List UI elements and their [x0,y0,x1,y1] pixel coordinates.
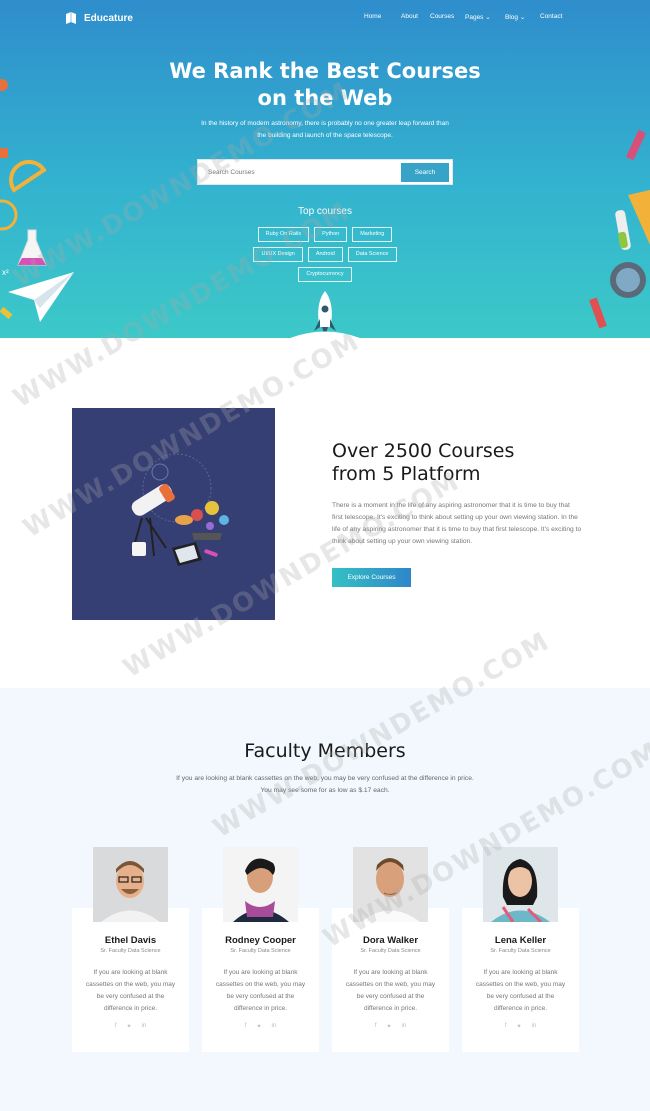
faculty-card: Dora Walker Sr. Faculty Data Science If … [332,908,449,1052]
facebook-icon[interactable]: f [375,1023,377,1030]
twitter-icon[interactable]: ✦ [126,1023,131,1030]
hero-subtitle-line2: the building and launch of the space tel… [257,132,393,139]
course-tag[interactable]: UI/UX Design [253,247,303,262]
linkedin-icon[interactable]: in [402,1023,407,1030]
hero-subtitle: In the history of modern astronomy, ther… [175,118,475,142]
course-tag[interactable]: Ruby On Rails [257,227,310,242]
avatar [223,847,298,922]
faculty-bio: If you are looking at blank cassettes on… [475,969,566,1012]
faculty-bio: If you are looking at blank cassettes on… [345,969,436,1012]
social-links: f ✦ in [72,1023,189,1030]
faculty-role: Sr. Faculty Data Science [360,948,421,954]
faculty-subtitle-line2: You may see some for as low as $.17 each… [260,787,390,794]
twitter-icon[interactable]: ✦ [516,1023,521,1030]
faculty-card: Lena Keller Sr. Faculty Data Science If … [462,908,579,1052]
course-tag[interactable]: Data Science [347,247,397,262]
telescope-illustration [131,453,229,566]
faculty-photo [353,847,428,922]
search-button[interactable]: Search [401,163,449,182]
faculty-card: Ethel Davis Sr. Faculty Data Science If … [72,908,189,1052]
about-text: There is a moment in the life of any asp… [332,502,582,545]
about-title-line1: Over 2500 Courses [332,440,515,462]
brand-name: Educature [84,12,133,24]
faculty-name: Ethel Davis [104,935,157,946]
hero-wave-divider [0,331,650,345]
nav-pages-label: Pages [465,14,484,21]
top-courses-title: Top courses [298,206,352,217]
science-doodles-right [589,129,650,329]
nav-courses[interactable]: Courses [430,13,465,21]
faculty-title: Faculty Members [244,740,406,762]
chevron-down-icon: ⌄ [519,14,526,21]
hero-section: x² Educature Home About Courses Pages ⌄ … [0,0,650,340]
avatar [93,847,168,922]
twitter-icon[interactable]: ✦ [256,1023,261,1030]
faculty-role: Sr. Faculty Data Science [230,948,291,954]
social-links: f ✦ in [332,1023,449,1030]
linkedin-icon[interactable]: in [272,1023,277,1030]
faculty-photo [93,847,168,922]
about-title-line2: from 5 Platform [332,463,481,485]
nav-contact[interactable]: Contact [540,13,562,21]
facebook-icon[interactable]: f [115,1023,117,1030]
faculty-role: Sr. Faculty Data Science [490,948,551,954]
main-nav: Home About Courses Pages ⌄ Blog ⌄ Contac… [364,13,562,21]
svg-text:x²: x² [2,268,9,277]
linkedin-icon[interactable]: in [142,1023,147,1030]
astronomy-illustration [72,408,275,620]
hero-title-line1: We Rank the Best Courses [169,59,481,83]
hero-title: We Rank the Best Courses on the Web [0,58,650,112]
course-tag[interactable]: Python [314,227,348,242]
nav-pages[interactable]: Pages ⌄ [465,13,505,21]
faculty-name: Rodney Cooper [225,935,296,946]
faculty-card: Rodney Cooper Sr. Faculty Data Science I… [202,908,319,1052]
brand-logo[interactable]: Educature [64,11,133,25]
top-courses-tags: Ruby On Rails Python Marketing UI/UX Des… [240,227,410,282]
faculty-photo [483,847,558,922]
course-tag[interactable]: Marketing [352,227,393,242]
faculty-bio: If you are looking at blank cassettes on… [85,969,176,1012]
hero-title-line2: on the Web [257,86,393,110]
social-links: f ✦ in [202,1023,319,1030]
nav-blog[interactable]: Blog ⌄ [505,13,540,21]
avatar [353,847,428,922]
nav-home[interactable]: Home [364,13,401,21]
faculty-subtitle-line1: If you are looking at blank cassettes on… [176,775,474,782]
about-title: Over 2500 Courses from 5 Platform [332,440,592,486]
faculty-bio: If you are looking at blank cassettes on… [215,969,306,1012]
explore-courses-button[interactable]: Explore Courses [332,568,411,587]
avatar [483,847,558,922]
hero-subtitle-line1: In the history of modern astronomy, ther… [201,120,449,127]
social-links: f ✦ in [462,1023,579,1030]
course-search: Search [197,159,453,185]
faculty-photo [223,847,298,922]
nav-blog-label: Blog [505,14,519,21]
nav-about[interactable]: About [401,13,430,21]
chevron-down-icon: ⌄ [485,14,491,21]
twitter-icon[interactable]: ✦ [386,1023,391,1030]
faculty-role: Sr. Faculty Data Science [100,948,161,954]
faculty-name: Lena Keller [494,935,547,946]
linkedin-icon[interactable]: in [532,1023,537,1030]
faculty-subtitle: If you are looking at blank cassettes on… [160,773,490,797]
course-tag[interactable]: Android [307,247,343,262]
book-icon [66,12,76,24]
facebook-icon[interactable]: f [505,1023,507,1030]
course-tag[interactable]: Cryptocurrency [298,267,352,282]
faculty-name: Dora Walker [362,935,419,946]
facebook-icon[interactable]: f [245,1023,247,1030]
search-input[interactable] [198,161,398,183]
